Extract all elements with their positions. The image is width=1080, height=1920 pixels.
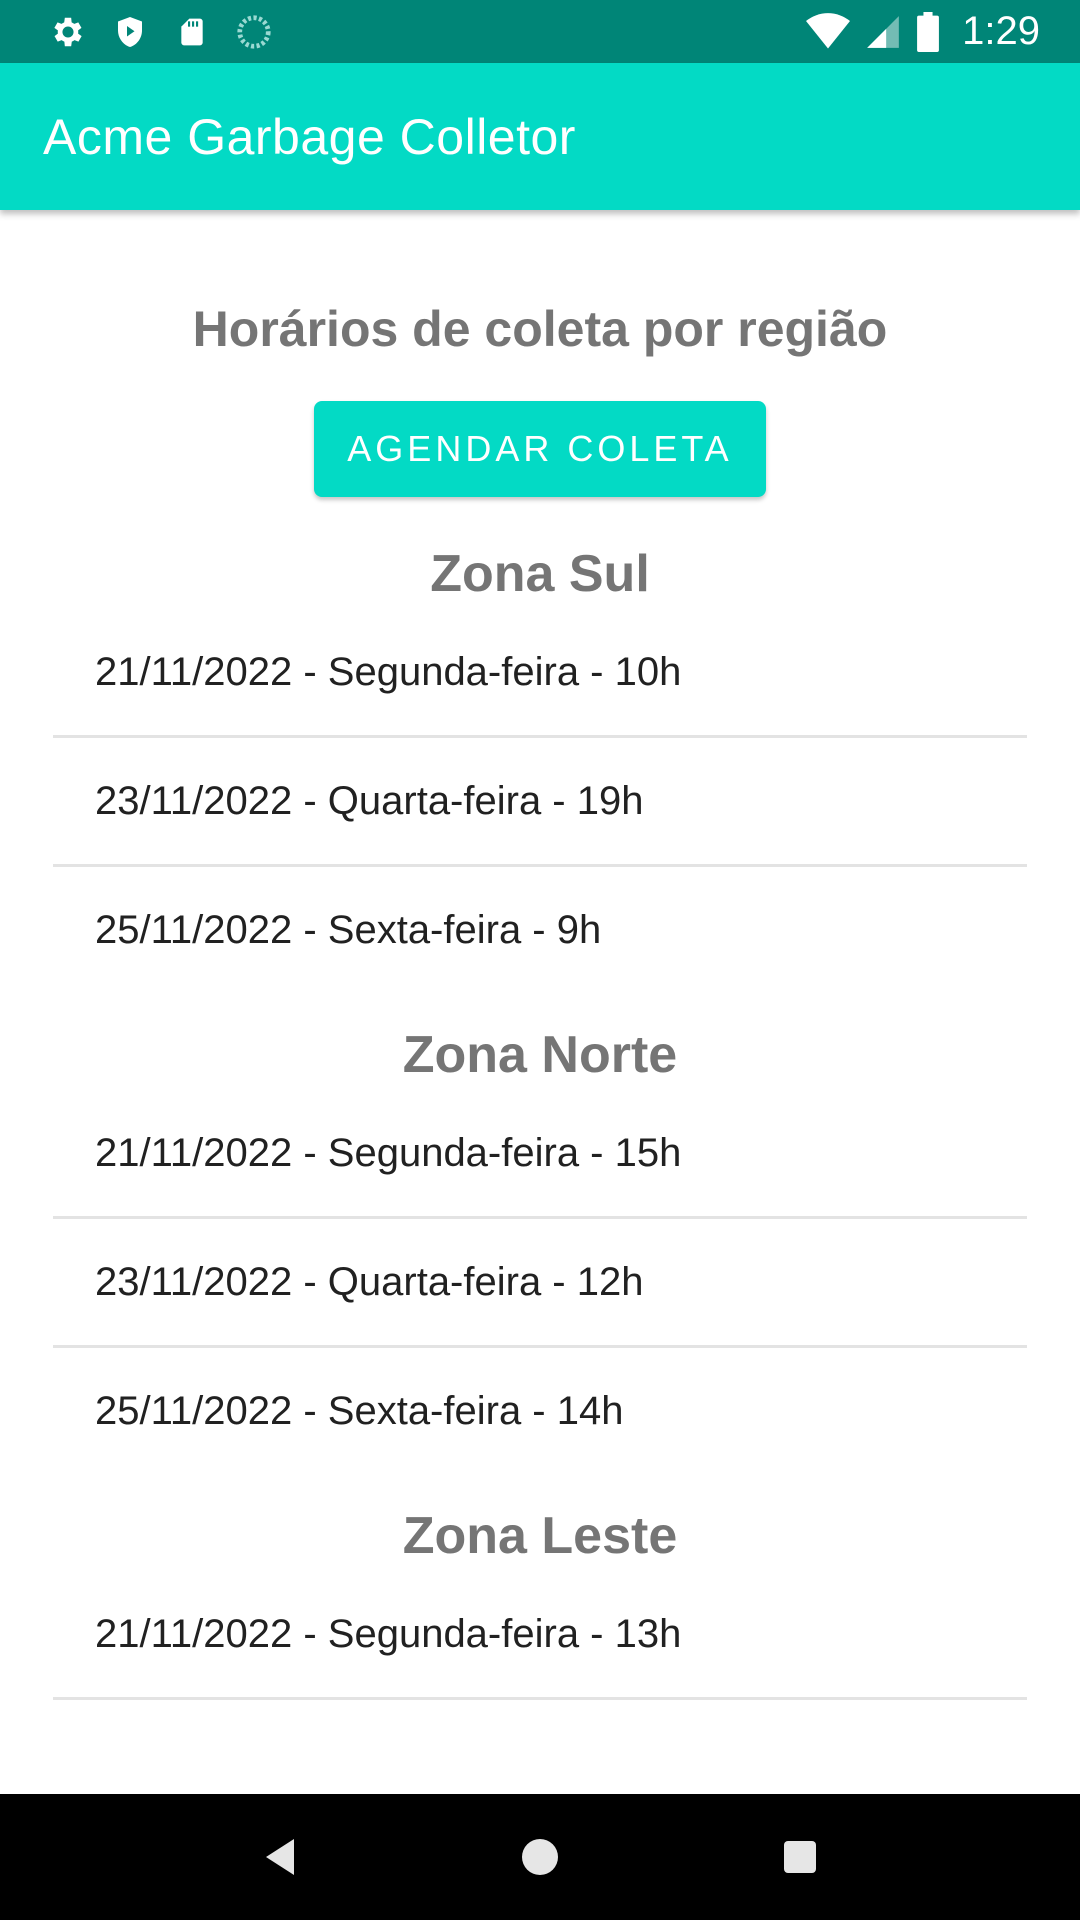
app-title: Acme Garbage Colletor — [43, 108, 576, 165]
settings-icon — [48, 12, 88, 52]
back-icon[interactable] — [250, 1827, 310, 1887]
main-content: Horários de coleta por região AGENDAR CO… — [0, 210, 1080, 1794]
sync-icon — [234, 12, 274, 52]
page-title: Horários de coleta por região — [192, 301, 888, 357]
schedule-collection-button[interactable]: AGENDAR COLETA — [314, 401, 766, 497]
signal-icon — [864, 12, 902, 52]
navigation-bar — [0, 1794, 1080, 1920]
status-bar-right: 1:29 — [792, 9, 1040, 54]
list-item[interactable]: 21/11/2022 - Segunda-feira - 13h — [53, 1570, 1027, 1698]
status-bar-left — [48, 12, 296, 52]
list-item[interactable]: 23/11/2022 - Quarta-feira - 19h — [53, 737, 1027, 865]
app-bar: Acme Garbage Colletor — [0, 63, 1080, 210]
wifi-icon — [806, 12, 851, 52]
list-item[interactable]: 25/11/2022 - Sexta-feira - 9h — [53, 866, 1027, 994]
list-item[interactable]: 23/11/2022 - Quarta-feira - 12h — [53, 1218, 1027, 1346]
list-item[interactable]: 21/11/2022 - Segunda-feira - 10h — [53, 608, 1027, 736]
shield-icon — [110, 12, 150, 52]
list-item[interactable]: 25/11/2022 - Sexta-feira - 14h — [53, 1347, 1027, 1475]
sd-card-icon — [172, 12, 212, 52]
battery-icon — [916, 11, 940, 52]
zone-title-norte: Zona Norte — [402, 1026, 678, 1084]
zone-title-sul: Zona Sul — [430, 545, 650, 603]
status-time: 1:29 — [962, 9, 1040, 53]
list-item[interactable]: 21/11/2022 - Segunda-feira - 15h — [53, 1089, 1027, 1217]
divider — [53, 1697, 1027, 1700]
home-icon[interactable] — [510, 1827, 570, 1887]
status-bar: 1:29 — [0, 0, 1080, 63]
zone-title-leste: Zona Leste — [402, 1507, 678, 1565]
recents-icon[interactable] — [770, 1827, 830, 1887]
